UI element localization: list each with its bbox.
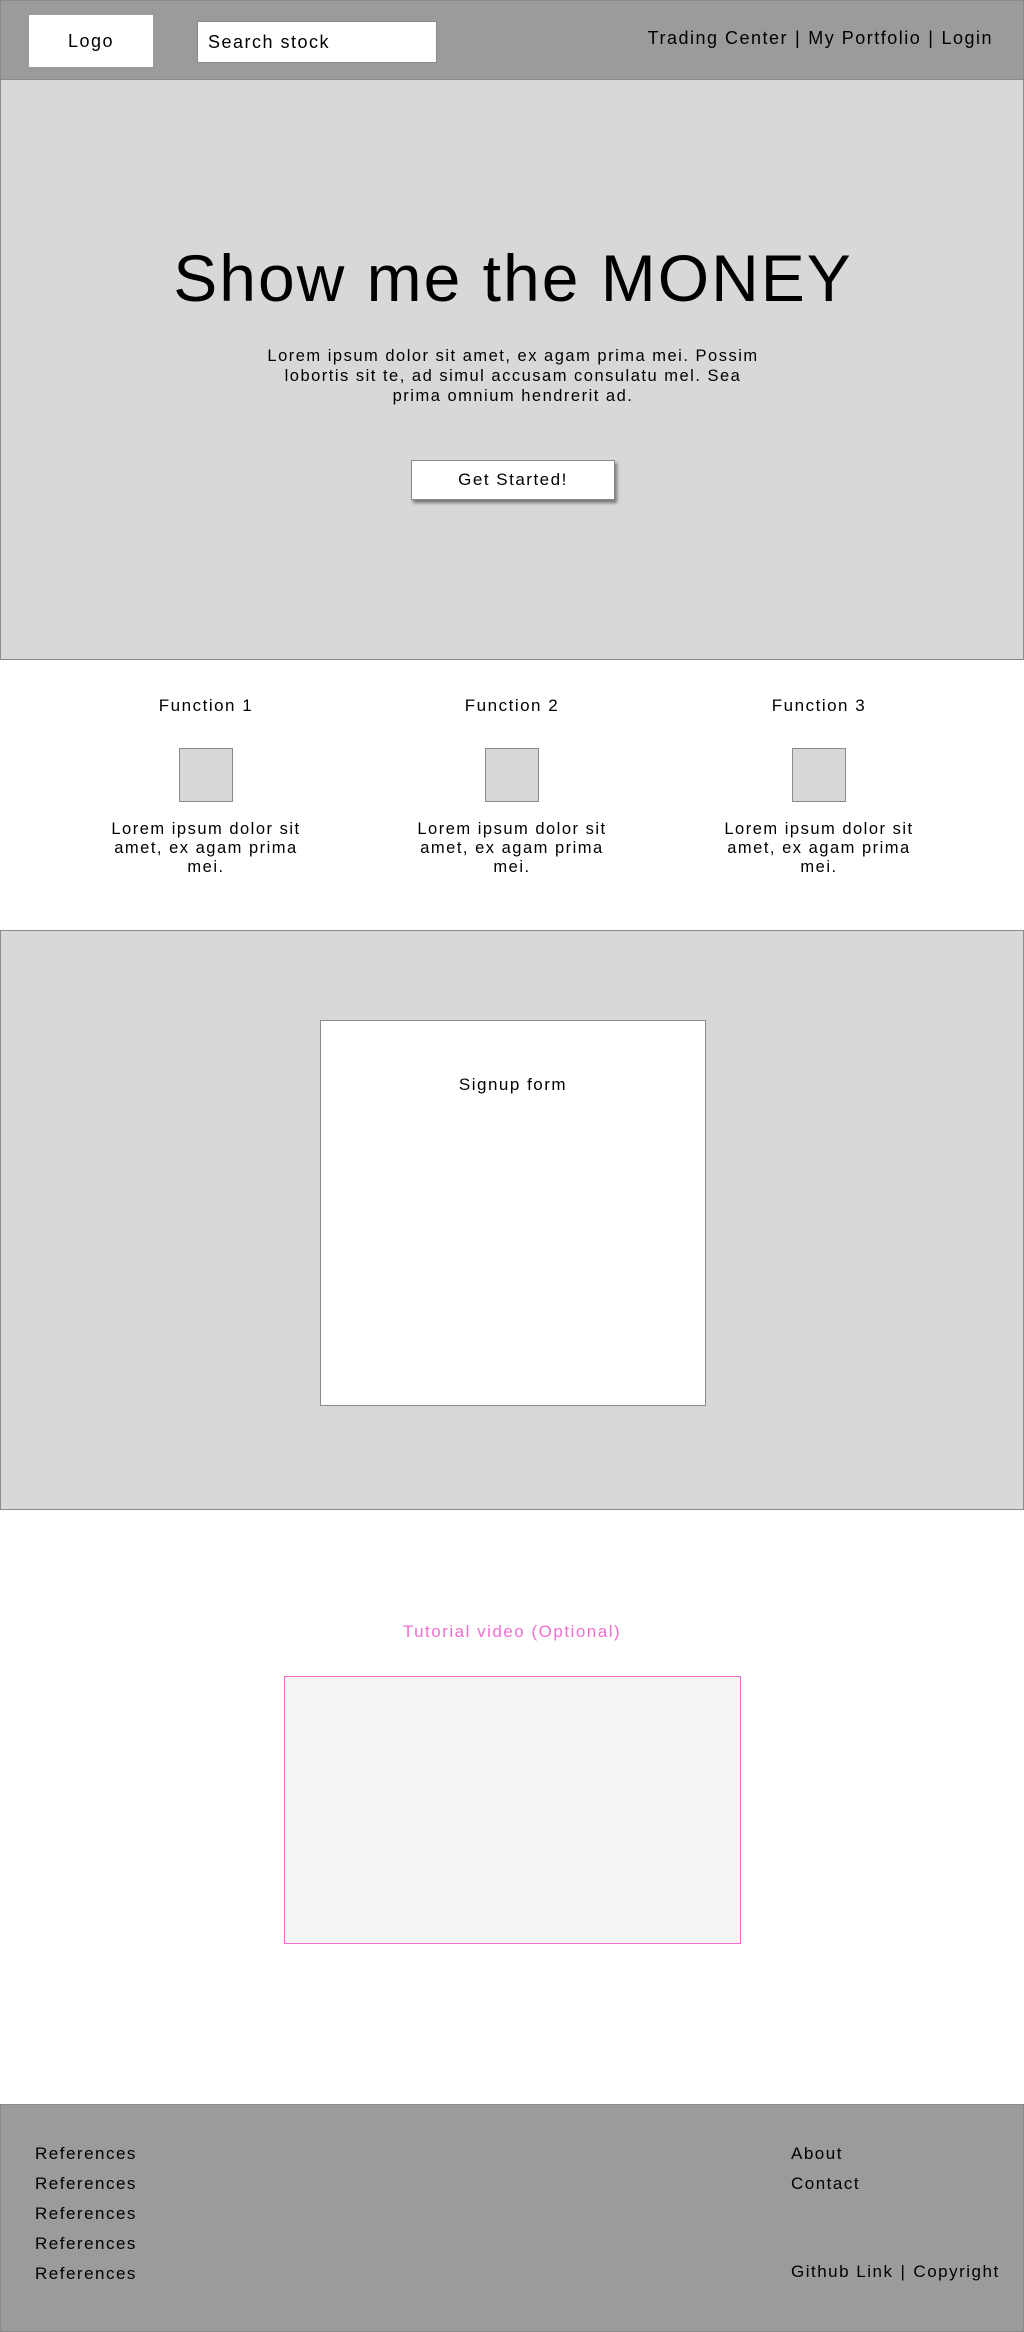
- footer-reference-link[interactable]: References: [35, 2264, 137, 2284]
- function-title: Function 3: [771, 696, 867, 715]
- function-text: Lorem ipsum dolor sit amet, ex agam prim…: [111, 820, 301, 876]
- function-text: Lorem ipsum dolor sit amet, ex agam prim…: [724, 820, 914, 876]
- tutorial-video-placeholder[interactable]: [284, 1676, 741, 1944]
- get-started-button[interactable]: Get Started!: [411, 460, 615, 500]
- footer-bottom-links: Github Link | Copyright: [791, 2262, 1000, 2282]
- function-card: Function 1 Lorem ipsum dolor sit amet, e…: [96, 696, 316, 877]
- signup-section: Signup form: [0, 930, 1024, 1510]
- footer-separator: |: [900, 2262, 907, 2281]
- function-title: Function 2: [464, 696, 560, 715]
- copyright-link[interactable]: Copyright: [913, 2262, 999, 2282]
- hero-section: Show me the MONEY Lorem ipsum dolor sit …: [0, 80, 1024, 660]
- nav-trading-center[interactable]: Trading Center: [648, 28, 788, 49]
- top-header: Logo Trading Center | My Portfolio | Log…: [0, 0, 1024, 80]
- footer-contact-link[interactable]: Contact: [791, 2174, 860, 2194]
- footer-about-link[interactable]: About: [791, 2144, 843, 2164]
- nav-separator: |: [928, 28, 935, 48]
- footer-reference-link[interactable]: References: [35, 2234, 137, 2254]
- function-image-placeholder: [792, 748, 846, 802]
- signup-form-title: Signup form: [458, 1075, 568, 1094]
- nav-separator: |: [795, 28, 802, 48]
- function-title: Function 1: [158, 696, 254, 715]
- tutorial-title: Tutorial video (Optional): [402, 1622, 622, 1641]
- search-input[interactable]: [197, 21, 437, 63]
- footer: References References References Referen…: [0, 2104, 1024, 2332]
- nav-login[interactable]: Login: [941, 28, 993, 49]
- footer-reference-link[interactable]: References: [35, 2174, 137, 2194]
- function-image-placeholder: [485, 748, 539, 802]
- function-text: Lorem ipsum dolor sit amet, ex agam prim…: [417, 820, 607, 876]
- hero-text: Lorem ipsum dolor sit amet, ex agam prim…: [267, 347, 759, 405]
- function-card: Function 3 Lorem ipsum dolor sit amet, e…: [709, 696, 929, 877]
- hero-title: Show me the MONEY: [173, 241, 853, 315]
- github-link[interactable]: Github Link: [791, 2262, 894, 2282]
- top-nav: Trading Center | My Portfolio | Login: [648, 28, 993, 49]
- footer-reference-link[interactable]: References: [35, 2144, 137, 2164]
- footer-reference-link[interactable]: References: [35, 2204, 137, 2224]
- nav-my-portfolio[interactable]: My Portfolio: [808, 28, 921, 49]
- function-card: Function 2 Lorem ipsum dolor sit amet, e…: [402, 696, 622, 877]
- signup-form[interactable]: Signup form: [320, 1020, 706, 1406]
- function-image-placeholder: [179, 748, 233, 802]
- logo[interactable]: Logo: [29, 15, 153, 67]
